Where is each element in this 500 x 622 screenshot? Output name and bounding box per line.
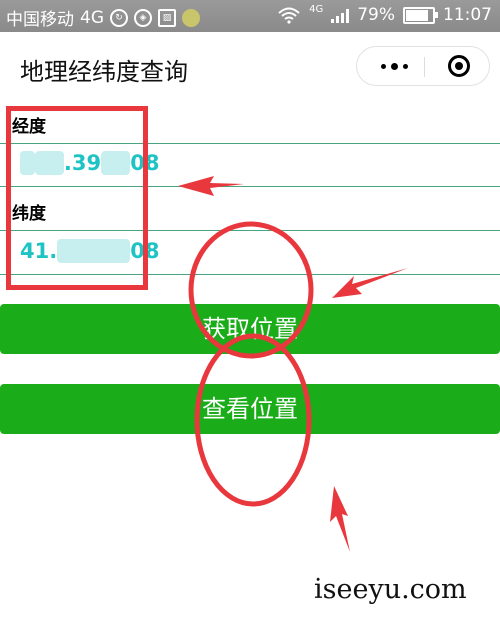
annotation-arrow	[332, 268, 408, 298]
annotation-overlay	[178, 176, 408, 552]
annotation-arrow	[330, 486, 350, 552]
annotation-arrow	[178, 176, 244, 196]
watermark: iseeyu.com	[314, 574, 467, 605]
annotation-circle	[194, 333, 312, 507]
